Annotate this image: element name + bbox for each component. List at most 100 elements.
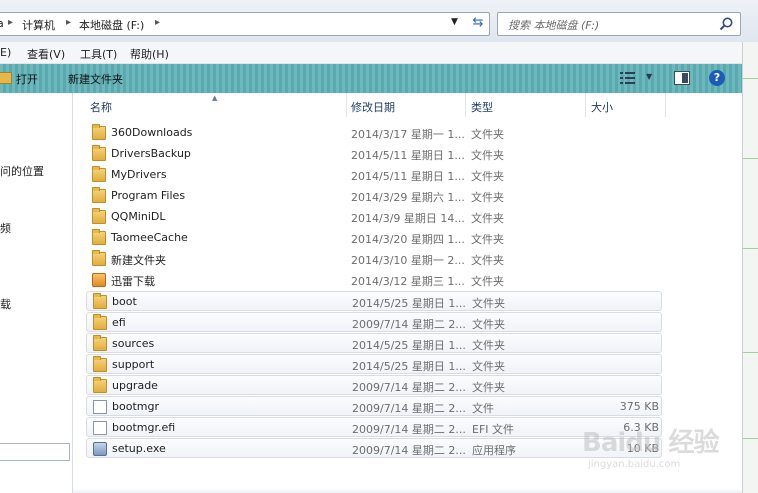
chevron-down-icon[interactable]: ▼: [646, 72, 652, 81]
file-row[interactable]: 新建文件夹 2014/3/10 星期一 2... 文件夹: [86, 249, 662, 269]
folder-icon: [92, 166, 106, 182]
file-row[interactable]: support 2014/5/25 星期日 1... 文件夹: [86, 354, 662, 374]
watermark-url: jingyan.baidu.com: [588, 459, 681, 470]
file-date: 2014/3/12 星期三 1...: [351, 275, 465, 288]
file-row[interactable]: 360Downloads 2014/3/17 星期一 1... 文件夹: [86, 123, 662, 143]
file-type: 文件夹: [471, 233, 504, 246]
column-header-size[interactable]: 大小: [591, 99, 613, 115]
file-row[interactable]: QQMiniDL 2014/3/9 星期日 14... 文件夹: [86, 207, 662, 227]
menu-help[interactable]: 帮助(H): [130, 46, 169, 62]
column-divider[interactable]: [585, 93, 586, 117]
nav-item-videos[interactable]: 频: [0, 220, 11, 236]
file-type: 文件夹: [472, 339, 505, 352]
file-name: Program Files: [111, 189, 186, 202]
folder-icon: [92, 229, 106, 245]
file-date: 2009/7/14 星期二 2...: [352, 381, 466, 394]
chevron-right-icon[interactable]: ▸: [66, 17, 71, 28]
file-name: support: [112, 358, 155, 371]
column-header-name[interactable]: 名称: [90, 99, 112, 115]
folder-icon: [92, 145, 106, 161]
file-row[interactable]: upgrade 2009/7/14 星期二 2... 文件夹: [86, 375, 662, 395]
chevron-right-icon[interactable]: ▸: [8, 17, 13, 28]
search-placeholder: 搜索 本地磁盘 (F:): [508, 19, 600, 32]
file-type: 文件夹: [471, 128, 504, 141]
refresh-icon[interactable]: ⇆: [469, 15, 487, 33]
file-date: 2009/7/14 星期二 2...: [352, 423, 466, 436]
open-button[interactable]: 打开: [16, 71, 38, 87]
exe-icon: [93, 442, 107, 456]
file-row[interactable]: Program Files 2014/3/29 星期六 1... 文件夹: [86, 186, 662, 206]
column-divider[interactable]: [346, 93, 347, 117]
file-date: 2014/5/25 星期日 1...: [352, 360, 466, 373]
help-icon[interactable]: ?: [709, 70, 725, 86]
file-row[interactable]: boot 2014/5/25 星期日 1... 文件夹: [86, 291, 662, 311]
open-icon[interactable]: [0, 72, 12, 84]
file-name: QQMiniDL: [111, 210, 166, 223]
menu-edit[interactable]: E): [0, 46, 11, 59]
breadcrumb-drive[interactable]: 本地磁盘 (F:): [79, 17, 144, 33]
search-input[interactable]: 搜索 本地磁盘 (F:): [497, 12, 741, 36]
file-row[interactable]: MyDrivers 2014/5/11 星期日 1... 文件夹: [86, 165, 662, 185]
file-date: 2014/3/10 星期一 2...: [351, 254, 465, 267]
menu-view[interactable]: 查看(V): [27, 46, 65, 62]
nav-item-recent-places[interactable]: 问的位置: [0, 163, 44, 179]
list-bottom-edge: [73, 488, 742, 493]
file-type: 文件夹: [471, 149, 504, 162]
folder-icon: [93, 335, 107, 351]
file-type: 文件夹: [472, 318, 505, 331]
view-options-icon[interactable]: [620, 72, 636, 84]
file-name: upgrade: [112, 379, 158, 392]
column-divider[interactable]: [665, 93, 666, 117]
file-name: efi: [112, 316, 126, 329]
file-name: TaomeeCache: [111, 231, 188, 244]
folder-icon: [92, 208, 106, 224]
file-row[interactable]: efi 2009/7/14 星期二 2... 文件夹: [86, 312, 662, 332]
folder-icon: [92, 124, 106, 140]
file-type: 文件夹: [472, 381, 505, 394]
menu-bar: E) 查看(V) 工具(T) 帮助(H): [0, 42, 758, 64]
file-row[interactable]: bootmgr.efi 2009/7/14 星期二 2... EFI 文件 6.3 K…: [86, 417, 662, 437]
file-name: boot: [112, 295, 137, 308]
folder-icon: [93, 293, 107, 309]
file-date: 2009/7/14 星期二 2...: [352, 402, 466, 415]
address-bar[interactable]: a ▸ 计算机 ▸ 本地磁盘 (F:) ▸ ▼ ⇆: [0, 12, 490, 36]
watermark: Baidu 经验 jingyan.baidu.com: [582, 422, 752, 484]
file-type: 文件夹: [471, 191, 504, 204]
chevron-down-icon[interactable]: ▼: [451, 17, 458, 27]
folder-icon: [93, 377, 107, 393]
sort-arrow-icon: ▲: [212, 94, 218, 102]
menu-tools[interactable]: 工具(T): [80, 46, 117, 62]
search-icon[interactable]: [718, 16, 734, 32]
column-header-date[interactable]: 修改日期: [351, 99, 395, 115]
file-type: 文件夹: [472, 360, 505, 373]
file-type: 文件夹: [471, 170, 504, 183]
new-folder-button[interactable]: 新建文件夹: [68, 71, 123, 87]
command-toolbar: 打开 新建文件夹 ▼ ?: [0, 64, 742, 93]
file-date: 2014/3/20 星期四 1...: [351, 233, 465, 246]
file-type: 文件夹: [472, 297, 505, 310]
file-row[interactable]: TaomeeCache 2014/3/20 星期四 1... 文件夹: [86, 228, 662, 248]
preview-pane-icon[interactable]: [674, 71, 690, 85]
nav-item-downloads[interactable]: 载: [0, 296, 11, 312]
file-date: 2014/3/9 星期日 14...: [351, 212, 465, 225]
file-row[interactable]: sources 2014/5/25 星期日 1... 文件夹: [86, 333, 662, 353]
file-name: MyDrivers: [111, 168, 167, 181]
chevron-right-icon[interactable]: ▸: [155, 17, 160, 28]
column-header-type[interactable]: 类型: [471, 99, 493, 115]
file-name: 360Downloads: [111, 126, 193, 139]
nav-scroll-field[interactable]: [0, 443, 70, 461]
column-divider[interactable]: [465, 93, 466, 117]
file-type: 文件夹: [471, 254, 504, 267]
file-type: 应用程序: [472, 444, 516, 457]
file-date: 2014/5/25 星期日 1...: [352, 339, 466, 352]
breadcrumb-computer[interactable]: 计算机: [22, 17, 55, 33]
address-partial-segment: a: [0, 17, 4, 30]
file-name: bootmgr.efi: [112, 421, 176, 434]
file-date: 2014/5/25 星期日 1...: [352, 297, 466, 310]
file-name: setup.exe: [112, 442, 166, 455]
file-row[interactable]: setup.exe 2009/7/14 星期二 2... 应用程序 10 KB: [86, 438, 662, 458]
file-row[interactable]: DriversBackup 2014/5/11 星期日 1... 文件夹: [86, 144, 662, 164]
file-icon: [93, 400, 107, 414]
file-row[interactable]: 迅雷下载 2014/3/12 星期三 1... 文件夹: [86, 270, 662, 290]
file-row[interactable]: bootmgr 2009/7/14 星期二 2... 文件 375 KB: [86, 396, 662, 416]
